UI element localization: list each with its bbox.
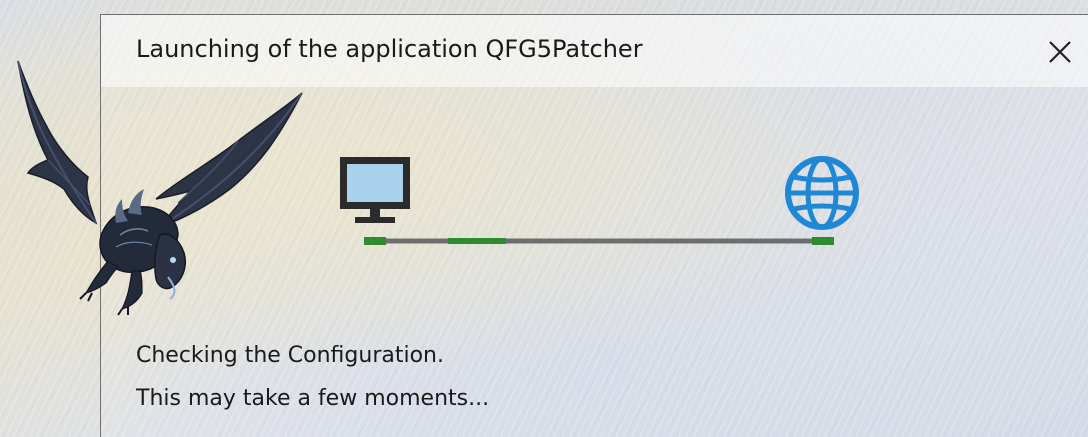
status-message-line2: This may take a few moments... xyxy=(136,386,490,411)
link-active-segment xyxy=(448,238,506,244)
close-icon xyxy=(1049,41,1071,63)
monitor-icon xyxy=(340,157,410,223)
globe-icon xyxy=(785,156,859,230)
connection-progress-line xyxy=(364,237,834,245)
status-message-line1: Checking the Configuration. xyxy=(136,343,444,368)
link-node-source xyxy=(364,237,386,245)
link-node-destination xyxy=(812,237,834,245)
dragon-icon xyxy=(17,60,303,316)
close-button[interactable] xyxy=(1041,33,1079,71)
